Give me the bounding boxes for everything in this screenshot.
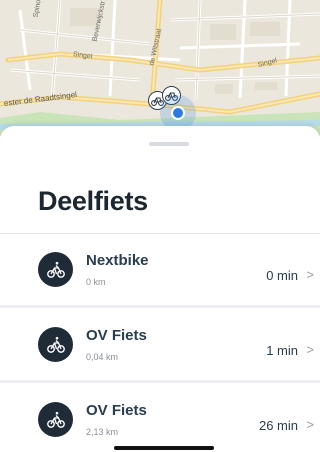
provider-name: Nextbike bbox=[86, 252, 149, 269]
divider bbox=[0, 305, 320, 308]
distance-label: 2,13 km bbox=[86, 427, 119, 437]
sheet-title: Deelfiets bbox=[38, 186, 148, 216]
sheet-grabber[interactable] bbox=[149, 142, 189, 146]
current-location-icon bbox=[171, 106, 185, 120]
bicycle-icon bbox=[38, 327, 73, 362]
list-item[interactable]: OV Fiets 0,04 km 1 min > bbox=[0, 309, 320, 383]
home-indicator bbox=[114, 446, 214, 450]
chevron-right-icon: > bbox=[306, 267, 314, 282]
provider-name: OV Fiets bbox=[86, 402, 147, 419]
list-item[interactable]: OV Fiets 2,13 km 26 min > bbox=[0, 384, 320, 452]
provider-name: OV Fiets bbox=[86, 327, 147, 344]
list-item[interactable]: Nextbike 0 km 0 min > bbox=[0, 234, 320, 308]
distance-label: 0 km bbox=[86, 277, 106, 287]
bicycle-icon bbox=[38, 252, 73, 287]
chevron-right-icon: > bbox=[306, 417, 314, 432]
bicycle-icon bbox=[38, 402, 73, 437]
bottom-sheet: Deelfiets Nextbike 0 km 0 min > OV Fiets… bbox=[0, 126, 320, 452]
chevron-right-icon: > bbox=[306, 342, 314, 357]
travel-time: 0 min bbox=[266, 268, 298, 283]
map-view[interactable]: Spinoz Singel Beverwijckstr de Witstraat… bbox=[0, 0, 320, 136]
travel-time: 1 min bbox=[266, 343, 298, 358]
travel-time: 26 min bbox=[258, 418, 298, 433]
distance-label: 0,04 km bbox=[86, 352, 119, 362]
divider bbox=[0, 380, 320, 383]
